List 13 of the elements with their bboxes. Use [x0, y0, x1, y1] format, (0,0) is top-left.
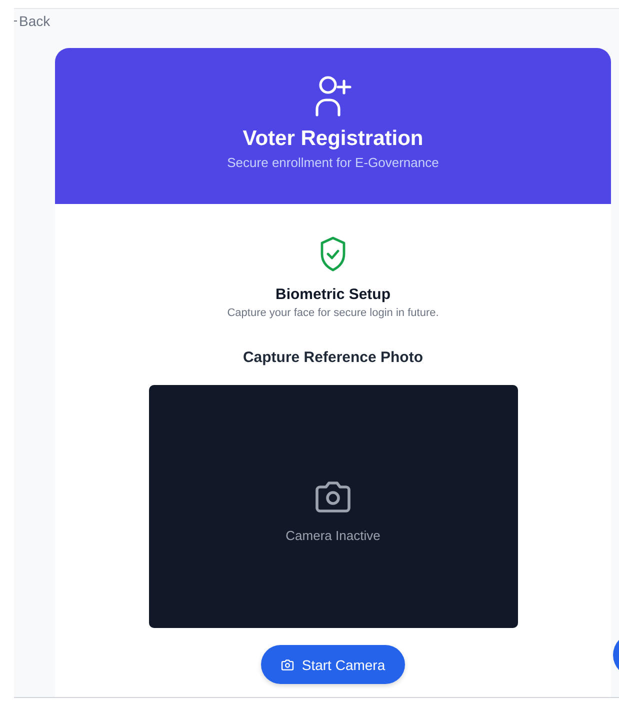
shield-check-icon [320, 236, 346, 272]
back-link[interactable]: Back [19, 13, 50, 29]
card-title: Voter Registration [242, 127, 424, 151]
back-arrow-icon [14, 20, 17, 22]
camera-icon [280, 658, 294, 670]
camera-status: Camera Inactive [286, 528, 380, 543]
section-title: Biometric Setup [275, 286, 391, 303]
start-camera-button[interactable]: Start Camera [260, 645, 406, 684]
camera-icon [314, 480, 352, 514]
card-subtitle: Secure enrollment for E-Governance [227, 155, 439, 170]
add-user-icon [314, 75, 352, 117]
capture-heading: Capture Reference Photo [242, 349, 424, 366]
section-description: Capture your face for secure login in future. [227, 307, 439, 319]
